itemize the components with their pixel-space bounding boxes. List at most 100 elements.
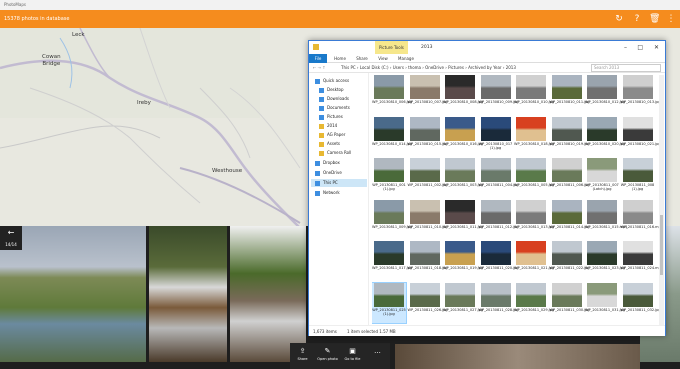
sidebar-item[interactable]: Assets (319, 140, 340, 148)
file-thumbnail (587, 241, 617, 265)
sidebar-item[interactable]: Documents (319, 104, 350, 112)
scrollbar-thumb[interactable] (660, 215, 663, 275)
file-item[interactable]: WP_20130810_015.jpg (408, 116, 448, 157)
file-item[interactable]: WP_20130811_008 (1).jpg (621, 158, 655, 198)
delete-icon[interactable]: 🗑 (649, 14, 660, 24)
file-item[interactable]: WP_20130810_013.jpg (621, 75, 660, 115)
sidebar-item[interactable]: Dropbox (315, 159, 340, 167)
close-button[interactable]: ✕ (654, 41, 659, 54)
file-item[interactable]: WP_20130811_012.jpg (479, 199, 519, 240)
share-button[interactable]: ⇪ Share (290, 343, 315, 369)
file-item[interactable]: WP_20130811_027.jpg (443, 282, 483, 323)
photo-thumbnail[interactable] (149, 226, 227, 362)
file-item[interactable]: WP_20130811_025 (1).jpg (372, 281, 407, 324)
file-item[interactable]: WP_20130811_028.jpg (479, 282, 519, 323)
file-item[interactable]: WP_20130810_008.jpg (443, 75, 483, 115)
file-item[interactable]: WP_20130811_030.jpg (550, 282, 590, 323)
sidebar-item[interactable]: Network (315, 189, 340, 197)
breadcrumb: This PC › Local Disk (C:) › Users › thom… (341, 65, 516, 70)
file-item[interactable]: WP_20130810_009.jpg (478, 75, 519, 115)
file-item[interactable]: WP_20130810_007.jpg (408, 75, 448, 115)
file-item[interactable]: WP_20130810_010.jpg (514, 75, 554, 115)
file-item[interactable]: WP_20130811_014.jpg (550, 199, 590, 240)
sidebar-item[interactable]: 2014 (319, 122, 337, 130)
file-item[interactable]: WP_20130811_026.jpg (408, 282, 448, 323)
file-item[interactable]: WP_20130811_020.jpg (479, 241, 519, 281)
address-bar[interactable]: ← → ↑ This PC › Local Disk (C:) › Users … (309, 63, 665, 73)
file-item[interactable]: WP_20130811_009.jpg (372, 199, 412, 240)
file-thumbnail (587, 199, 617, 224)
tab-file[interactable]: File (309, 54, 327, 63)
tab-share[interactable]: Share (351, 54, 373, 63)
file-item[interactable]: WP_20130810_019.jpg (550, 116, 590, 157)
go-to-file-button[interactable]: ▣ Go to file (340, 343, 365, 369)
back-button[interactable]: ← (0, 226, 22, 240)
file-name: WP_20130810_009.jpg (478, 100, 519, 104)
file-thumbnail (516, 116, 546, 141)
file-item[interactable]: WP_20130811_015.mp4 (585, 199, 628, 240)
file-item[interactable]: WP_20130811_029.jpg (514, 282, 554, 323)
help-icon[interactable]: ? (632, 14, 642, 24)
file-item[interactable]: WP_20130811_016.mp4 (620, 199, 661, 240)
tab-view[interactable]: View (373, 54, 393, 63)
file-thumbnail (480, 241, 511, 265)
file-item[interactable]: WP_20130810_020.jpg (585, 116, 625, 157)
file-item[interactable]: WP_20130811_004.jpg (479, 158, 519, 198)
sidebar-item[interactable]: Downloads (319, 95, 349, 103)
sidebar-item[interactable]: This PC (311, 179, 367, 187)
file-item[interactable]: WP_20130811_001 (1).jpg (372, 158, 406, 198)
photo-thumbnail[interactable] (230, 226, 306, 362)
sidebar-item[interactable]: Quick access (315, 77, 349, 85)
file-thumbnail (622, 116, 653, 141)
file-item[interactable]: WP_20130810_011.jpg (550, 75, 590, 115)
refresh-icon[interactable]: ↻ (614, 14, 624, 24)
file-thumbnail (551, 241, 582, 265)
sidebar-item[interactable]: OneDrive (315, 169, 342, 177)
file-item[interactable]: WP_20130810_017 (1).jpg (479, 116, 513, 157)
file-thumbnail (480, 116, 511, 141)
maximize-button[interactable]: □ (637, 41, 643, 54)
file-item[interactable]: WP_20130811_022.jpg (550, 241, 590, 281)
settings-icon[interactable]: ⋮ (666, 14, 676, 24)
file-item[interactable]: WP_20130811_018.jpg (408, 241, 448, 281)
folder-icon (319, 105, 324, 111)
file-item[interactable]: WP_20130811_013.jpg (514, 199, 554, 240)
file-item[interactable]: WP_20130810_006.jpg (372, 75, 412, 115)
file-item[interactable]: WP_20130811_021.jpg (514, 241, 555, 281)
file-item[interactable]: WP_20130810_016.jpg (443, 116, 483, 157)
file-name: WP_20130811_019.jpg (443, 266, 484, 270)
photo-thumbnail[interactable] (395, 344, 640, 369)
file-name: WP_20130811_016.mp4 (620, 224, 661, 229)
more-button[interactable]: ... (365, 343, 390, 369)
minimize-button[interactable]: – (624, 41, 627, 54)
file-item[interactable]: WP_20130811_019.jpg (443, 241, 484, 281)
file-item[interactable]: WP_20130811_011.jpg (443, 199, 483, 240)
file-item[interactable]: WP_20130810_018.jpg (514, 116, 554, 157)
file-item[interactable]: WP_20130810_014.jpg (372, 116, 412, 157)
file-item[interactable]: WP_20130811_017.jpg (372, 241, 412, 281)
file-item[interactable]: WP_20130811_002.jpg (408, 158, 448, 198)
nav-arrows-icon[interactable]: ← → ↑ (313, 66, 326, 70)
file-item[interactable]: WP_20130810_021.jpg (621, 116, 660, 157)
sidebar-item[interactable]: Camera Roll (319, 149, 351, 157)
file-item[interactable]: WP_20130811_031.jpg (585, 282, 625, 323)
tab-home[interactable]: Home (329, 54, 351, 63)
sidebar-item[interactable]: Desktop (319, 86, 344, 94)
file-item[interactable]: WP_20130811_023.jpg (585, 241, 625, 281)
file-item[interactable]: WP_20130811_010.jpg (408, 199, 448, 240)
file-item[interactable]: WP_20130811_007 (Latch).jpg (585, 158, 619, 198)
file-thumbnail (409, 116, 440, 141)
file-name: WP_20130811_021.jpg (514, 266, 555, 270)
file-item[interactable]: WP_20130811_005.jpg (514, 158, 554, 198)
file-item[interactable]: WP_20130810_012.jpg (585, 75, 625, 115)
tab-manage[interactable]: Manage (393, 54, 419, 63)
open-photo-button[interactable]: ✎ Open photo (315, 343, 340, 369)
file-item[interactable]: WP_20130811_032.jpg (621, 282, 660, 323)
search-input[interactable]: Search 2013 (591, 64, 661, 72)
sidebar-item[interactable]: AG Paper (319, 131, 345, 139)
scrollbar[interactable] (659, 75, 664, 325)
file-item[interactable]: WP_20130811_003.jpg (443, 158, 483, 198)
file-item[interactable]: WP_20130811_006.jpg (550, 158, 590, 198)
file-item[interactable]: WP_20130811_024.mp4 (621, 241, 660, 281)
sidebar-item[interactable]: Pictures (319, 113, 343, 121)
